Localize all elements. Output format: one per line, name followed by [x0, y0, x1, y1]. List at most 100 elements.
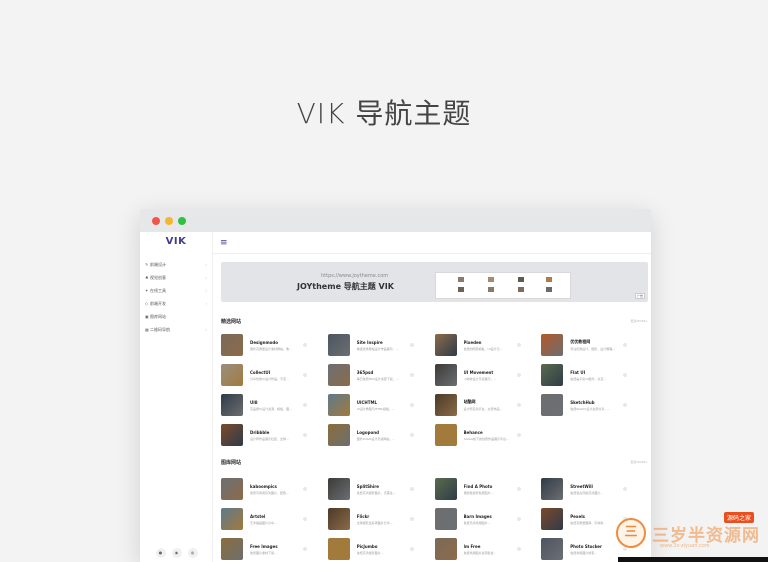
site-desc: 免费高清摄影图片... — [356, 550, 384, 555]
site-desc: 分享优秀UI设计作品，不定... — [250, 376, 289, 381]
sidebar-item[interactable]: ✎ 前端设计 › — [140, 258, 212, 271]
site-name: Artstel — [250, 513, 266, 519]
arrow-icon[interactable] — [303, 403, 307, 407]
arrow-icon[interactable] — [409, 433, 414, 437]
site-card[interactable]: Dribbble 设计师作品展示社区，全球... — [221, 420, 328, 450]
wechat-icon[interactable]: ◍ — [187, 548, 198, 558]
arrow-icon[interactable] — [303, 343, 307, 347]
arrow-icon[interactable] — [516, 547, 521, 551]
arrow-icon[interactable] — [409, 517, 414, 521]
arrow-icon[interactable] — [409, 403, 414, 407]
site-thumbnail — [327, 334, 350, 356]
site-card[interactable]: Free Images 免费图片素材下载... — [221, 534, 328, 562]
sidebar-item[interactable]: ◇ 前端开发 › — [140, 297, 212, 310]
site-card[interactable]: CollectUI 分享优秀UI设计作品，不定... — [221, 360, 328, 390]
arrow-icon[interactable] — [623, 343, 628, 347]
arrow-icon[interactable] — [303, 547, 307, 551]
arrow-icon[interactable] — [516, 517, 521, 521]
site-card[interactable]: 365psd 每日免费PSD设计资源下载，... — [327, 360, 435, 390]
site-thumbnail — [221, 508, 243, 530]
arrow-icon[interactable] — [516, 487, 521, 491]
site-card[interactable]: Behance Adobe旗下的创意作品展示平台... — [434, 420, 542, 450]
arrow-icon[interactable] — [623, 403, 628, 407]
person-icon[interactable]: ● — [155, 548, 166, 558]
sidebar-item[interactable]: ▣ 图库网站 — [140, 310, 212, 323]
site-desc: 免费商用图片资源集合... — [463, 550, 497, 555]
more-link[interactable]: 更多MORE+ — [631, 319, 648, 323]
banner-title: JOYtheme 导航主题 VIK — [297, 282, 394, 291]
site-card[interactable]: Site Inspire 精选优秀网站设计作品展示，... — [327, 330, 435, 360]
arrow-icon[interactable] — [623, 373, 628, 377]
site-thumbnail — [221, 424, 243, 446]
arrow-icon[interactable] — [303, 373, 307, 377]
banner-screenshot — [435, 272, 571, 299]
site-grid: kaboompics 免费可商用高清图片，配色... SplitShire 免费高清摄… — [221, 474, 648, 562]
arrow-icon[interactable] — [516, 373, 521, 377]
arrow-icon[interactable] — [409, 343, 414, 347]
site-card[interactable]: Find A Photo 按颜色搜索免费图片... — [434, 474, 542, 504]
site-thumbnail — [327, 538, 350, 560]
site-card[interactable]: Logopond 国外LOGO设计灵感网站，... — [327, 420, 435, 450]
site-desc: UI动效设计灵感展示，... — [463, 376, 497, 381]
site-card[interactable]: 站酷网 设计师互动平台，交流作品... — [434, 390, 542, 420]
site-desc: 免费高清摄影图片，无需注... — [356, 490, 396, 495]
section-title: 图库网站 — [221, 459, 242, 466]
arrow-icon[interactable] — [623, 487, 628, 491]
site-card[interactable]: UICHTML UI设计教程与HTML模板，... — [327, 390, 435, 420]
site-card[interactable]: kaboompics 免费可商用高清图片，配色... — [221, 474, 328, 504]
weibo-icon[interactable]: ◉ — [171, 548, 182, 558]
arrow-icon[interactable] — [303, 487, 307, 491]
close-dot-icon[interactable] — [152, 216, 160, 225]
bottom-strip — [618, 557, 768, 562]
site-card[interactable]: 优优教程网 专注优秀设计、摄影、设计教程... — [541, 330, 648, 360]
site-thumbnail — [434, 394, 457, 416]
site-desc: 专注优秀设计、摄影、设计教程... — [570, 347, 616, 351]
maximize-dot-icon[interactable] — [178, 216, 186, 225]
more-link[interactable]: 更多MORE+ — [631, 460, 648, 464]
arrow-icon[interactable] — [516, 433, 521, 437]
site-thumbnail — [434, 508, 457, 530]
site-desc: UI设计教程与HTML模板，... — [356, 406, 396, 411]
arrow-icon[interactable] — [303, 517, 307, 521]
arrow-icon[interactable] — [516, 343, 521, 347]
browser-window: VIK ✎ 前端设计 › ♣ 视觉创意 › ✦ 在线工具 › ◇ 前端开发 › ▣ 图库网站 ▦ 二维码导航 ›… — [140, 209, 651, 562]
site-card[interactable]: UI8 高品质UI设计资源、模板、图... — [221, 390, 328, 420]
site-card[interactable]: PicJumbo 免费高清摄影图片... — [327, 534, 435, 562]
site-thumbnail — [434, 424, 457, 446]
arrow-icon[interactable] — [516, 403, 521, 407]
sidebar-item[interactable]: ✦ 在线工具 › — [140, 284, 212, 297]
arrow-icon[interactable] — [303, 433, 307, 437]
site-thumbnail — [541, 334, 564, 356]
site-card[interactable]: Pixeden 免费的网页模板、UI设计元... — [434, 330, 542, 360]
site-desc: 全球摄影爱好者图片分享... — [356, 520, 393, 525]
arrow-icon[interactable] — [409, 487, 414, 491]
site-card[interactable]: Artstel 艺术插画图片分享... — [221, 504, 328, 534]
menu-icon[interactable]: ≡ — [220, 238, 228, 248]
sidebar-item[interactable]: ♣ 视觉创意 › — [140, 271, 212, 284]
site-card[interactable]: Flickr 全球摄影爱好者图片分享... — [327, 504, 435, 534]
sidebar-item-label: 二维码导航 — [150, 326, 170, 332]
site-card[interactable]: SplitShire 免费高清摄影图片，无需注... — [327, 474, 435, 504]
site-thumbnail — [221, 364, 243, 386]
arrow-icon[interactable] — [409, 547, 414, 551]
site-card[interactable]: Im Free 免费商用图片资源集合... — [434, 534, 542, 562]
promo-banner[interactable]: https://www.joytheme.com JOYtheme 导航主题 V… — [221, 262, 648, 302]
site-desc: 设计师互动平台，交流作品... — [463, 407, 503, 411]
site-thumbnail — [541, 508, 564, 530]
site-card[interactable]: Barn Images 免费高清商用图片... — [434, 504, 542, 534]
arrow-icon[interactable] — [409, 373, 414, 377]
site-card[interactable]: Flat UI 免费扁平化UI组件，交互... — [541, 360, 648, 390]
site-card[interactable]: StreetWill 免费复古风格高清图片... — [541, 474, 648, 504]
site-card[interactable]: Designmodo 国外高质量设计素材网站，收... — [221, 330, 328, 360]
site-thumbnail — [221, 538, 243, 560]
sidebar-footer: ● ◉ ◍ — [140, 548, 213, 558]
site-name: 365psd — [356, 369, 374, 375]
site-card[interactable]: SketchHub 免费Sketch设计资源分享，... — [541, 390, 648, 420]
sidebar-item[interactable]: ▦ 二维码导航 › — [140, 323, 212, 336]
site-desc: 免费扁平化UI组件，交互... — [570, 376, 607, 381]
minimize-dot-icon[interactable] — [165, 216, 173, 225]
site-card[interactable]: UI Movement UI动效设计灵感展示，... — [434, 360, 542, 390]
site-thumbnail — [221, 394, 243, 416]
window-titlebar — [140, 209, 651, 232]
logo[interactable]: VIK — [140, 232, 212, 252]
